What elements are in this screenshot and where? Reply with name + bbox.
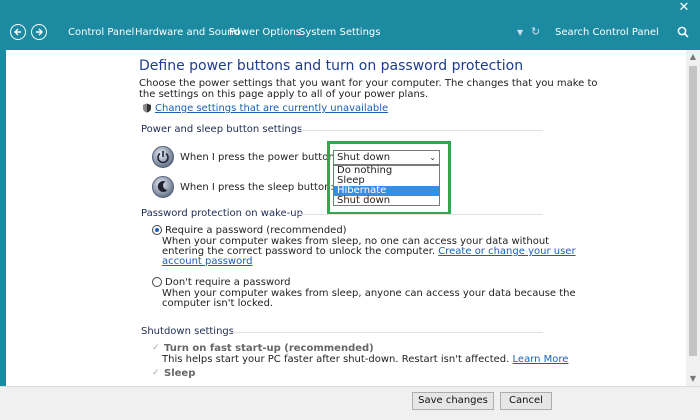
account-password-link[interactable]: account password [162, 256, 253, 267]
breadcrumb-control-panel[interactable]: Control Panel [68, 27, 134, 38]
section-divider [231, 332, 543, 333]
scroll-up-icon[interactable]: ▲ [686, 50, 700, 64]
scroll-thumb[interactable] [689, 66, 697, 356]
shutdown-section-title: Shutdown settings [141, 326, 234, 337]
address-bar: Control Panel Hardware and Sound Power O… [0, 16, 700, 50]
address-dropdown-icon[interactable]: ▼ [517, 28, 523, 37]
vertical-scrollbar[interactable]: ▲ ▼ [686, 50, 700, 386]
back-button[interactable] [10, 24, 26, 40]
change-unavailable-settings-link[interactable]: Change settings that are currently unava… [155, 103, 388, 114]
cancel-button[interactable]: Cancel [500, 392, 552, 410]
create-password-link[interactable]: Create or change your user [438, 246, 575, 257]
fast-startup-label: Turn on fast start-up (recommended) [164, 343, 374, 354]
scroll-down-icon[interactable]: ▼ [686, 372, 700, 386]
sleep-button-label: When I press the sleep button: [180, 182, 334, 193]
fast-startup-desc-text: This helps start your PC faster after sh… [162, 354, 510, 365]
no-password-label[interactable]: Don't require a password [165, 277, 291, 288]
search-box[interactable]: Search Control Panel [551, 22, 691, 44]
page-title: Define power buttons and turn on passwor… [139, 58, 524, 74]
section-divider [298, 130, 543, 131]
require-password-radio[interactable] [152, 225, 162, 235]
close-window-button[interactable]: ✕ [676, 0, 692, 16]
arrow-left-icon [14, 28, 21, 36]
refresh-icon[interactable]: ↻ [531, 25, 540, 38]
sleep-button-icon [152, 176, 174, 198]
save-changes-button[interactable]: Save changes [412, 392, 494, 410]
search-icon[interactable] [677, 26, 689, 38]
no-password-desc-line2: computer isn't locked. [162, 298, 274, 309]
no-password-radio[interactable] [152, 277, 162, 287]
search-input[interactable]: Search Control Panel [555, 27, 659, 38]
section-divider [298, 214, 543, 215]
power-section-title: Power and sleep button settings [141, 124, 303, 135]
power-button-label: When I press the power button: [180, 152, 339, 163]
forward-button[interactable] [31, 24, 47, 40]
footer-bar: Save changes Cancel [0, 386, 700, 420]
shield-icon [143, 103, 151, 113]
checkmark-icon: ✓ [152, 343, 160, 353]
sleep-option-label: Sleep [164, 368, 196, 379]
arrow-right-icon [36, 28, 43, 36]
breadcrumb-power-options[interactable]: Power Options [229, 27, 301, 38]
fast-startup-desc: This helps start your PC faster after sh… [162, 354, 568, 365]
power-icon [157, 151, 169, 164]
require-password-label[interactable]: Require a password (recommended) [165, 225, 347, 236]
checkmark-icon: ✓ [152, 368, 160, 378]
learn-more-link[interactable]: Learn More [513, 354, 569, 365]
intro-text-line2: the settings on this page apply to all o… [139, 89, 429, 100]
content-pane: Define power buttons and turn on passwor… [6, 50, 686, 386]
intro-text-line1: Choose the power settings that you want … [139, 78, 598, 89]
highlight-annotation-box [327, 141, 451, 215]
password-section-title: Password protection on wake-up [141, 208, 303, 219]
power-button-icon [152, 146, 174, 168]
breadcrumb-system-settings[interactable]: System Settings [299, 27, 380, 38]
title-bar: ✕ [0, 0, 700, 16]
moon-icon [157, 181, 168, 193]
breadcrumb-hardware-and-sound[interactable]: Hardware and Sound [135, 27, 240, 38]
